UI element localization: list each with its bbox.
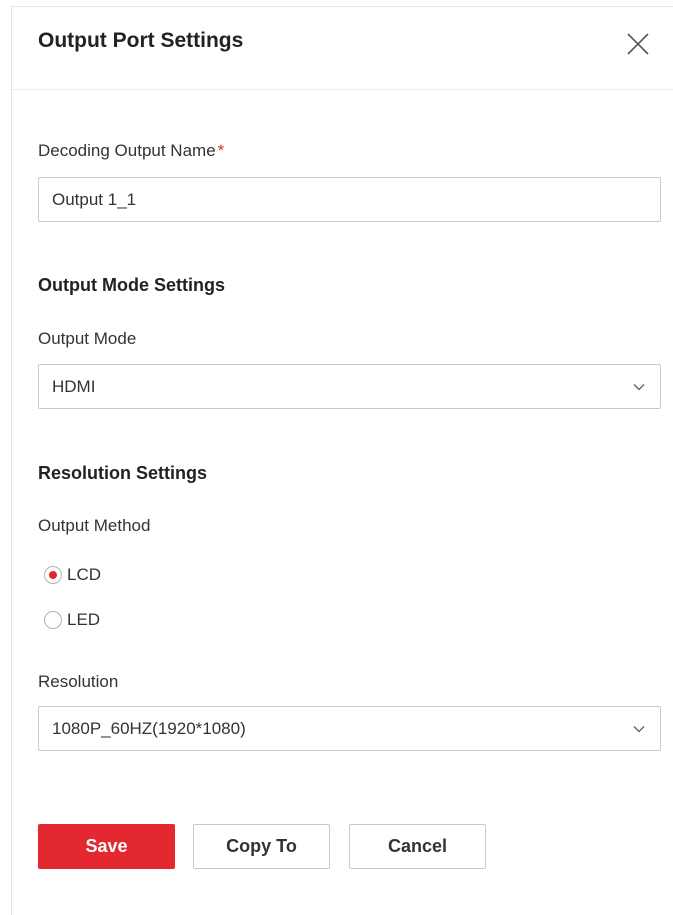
chevron-down-icon [632, 380, 646, 394]
radio-lcd-label: LCD [67, 565, 102, 584]
output-mode-settings-heading: Output Mode Settings [38, 275, 225, 295]
resolution-settings-heading: Resolution Settings [38, 463, 208, 483]
cancel-button[interactable]: Cancel [349, 824, 486, 869]
resolution-label: Resolution [38, 672, 119, 691]
output-mode-select[interactable]: HDMI [38, 364, 661, 409]
output-mode-value: HDMI [52, 377, 96, 396]
required-mark: * [217, 141, 225, 160]
close-icon[interactable] [625, 31, 651, 57]
resolution-select[interactable]: 1080P_60HZ(1920*1080) [38, 706, 661, 751]
decoding-output-name-text: Decoding Output Name [38, 141, 216, 160]
radio-led-label: LED [67, 610, 101, 629]
radio-led[interactable]: LED [44, 609, 100, 631]
dialog-title: Output Port Settings [38, 29, 244, 52]
radio-lcd-circle[interactable] [44, 566, 62, 584]
dialog-header: Output Port Settings [12, 7, 673, 90]
decoding-output-name-input[interactable] [39, 178, 660, 221]
decoding-output-name-field[interactable] [38, 177, 661, 222]
output-port-settings-dialog: Output Port Settings Decoding Output Nam… [11, 6, 673, 915]
radio-led-circle[interactable] [44, 611, 62, 629]
resolution-value: 1080P_60HZ(1920*1080) [52, 719, 246, 738]
copy-to-button[interactable]: Copy To [193, 824, 330, 869]
chevron-down-icon [632, 722, 646, 736]
radio-lcd[interactable]: LCD [44, 564, 101, 586]
output-mode-label: Output Mode [38, 329, 137, 348]
decoding-output-name-label: Decoding Output Name * [38, 141, 224, 161]
save-button[interactable]: Save [38, 824, 175, 869]
output-method-label: Output Method [38, 516, 151, 535]
